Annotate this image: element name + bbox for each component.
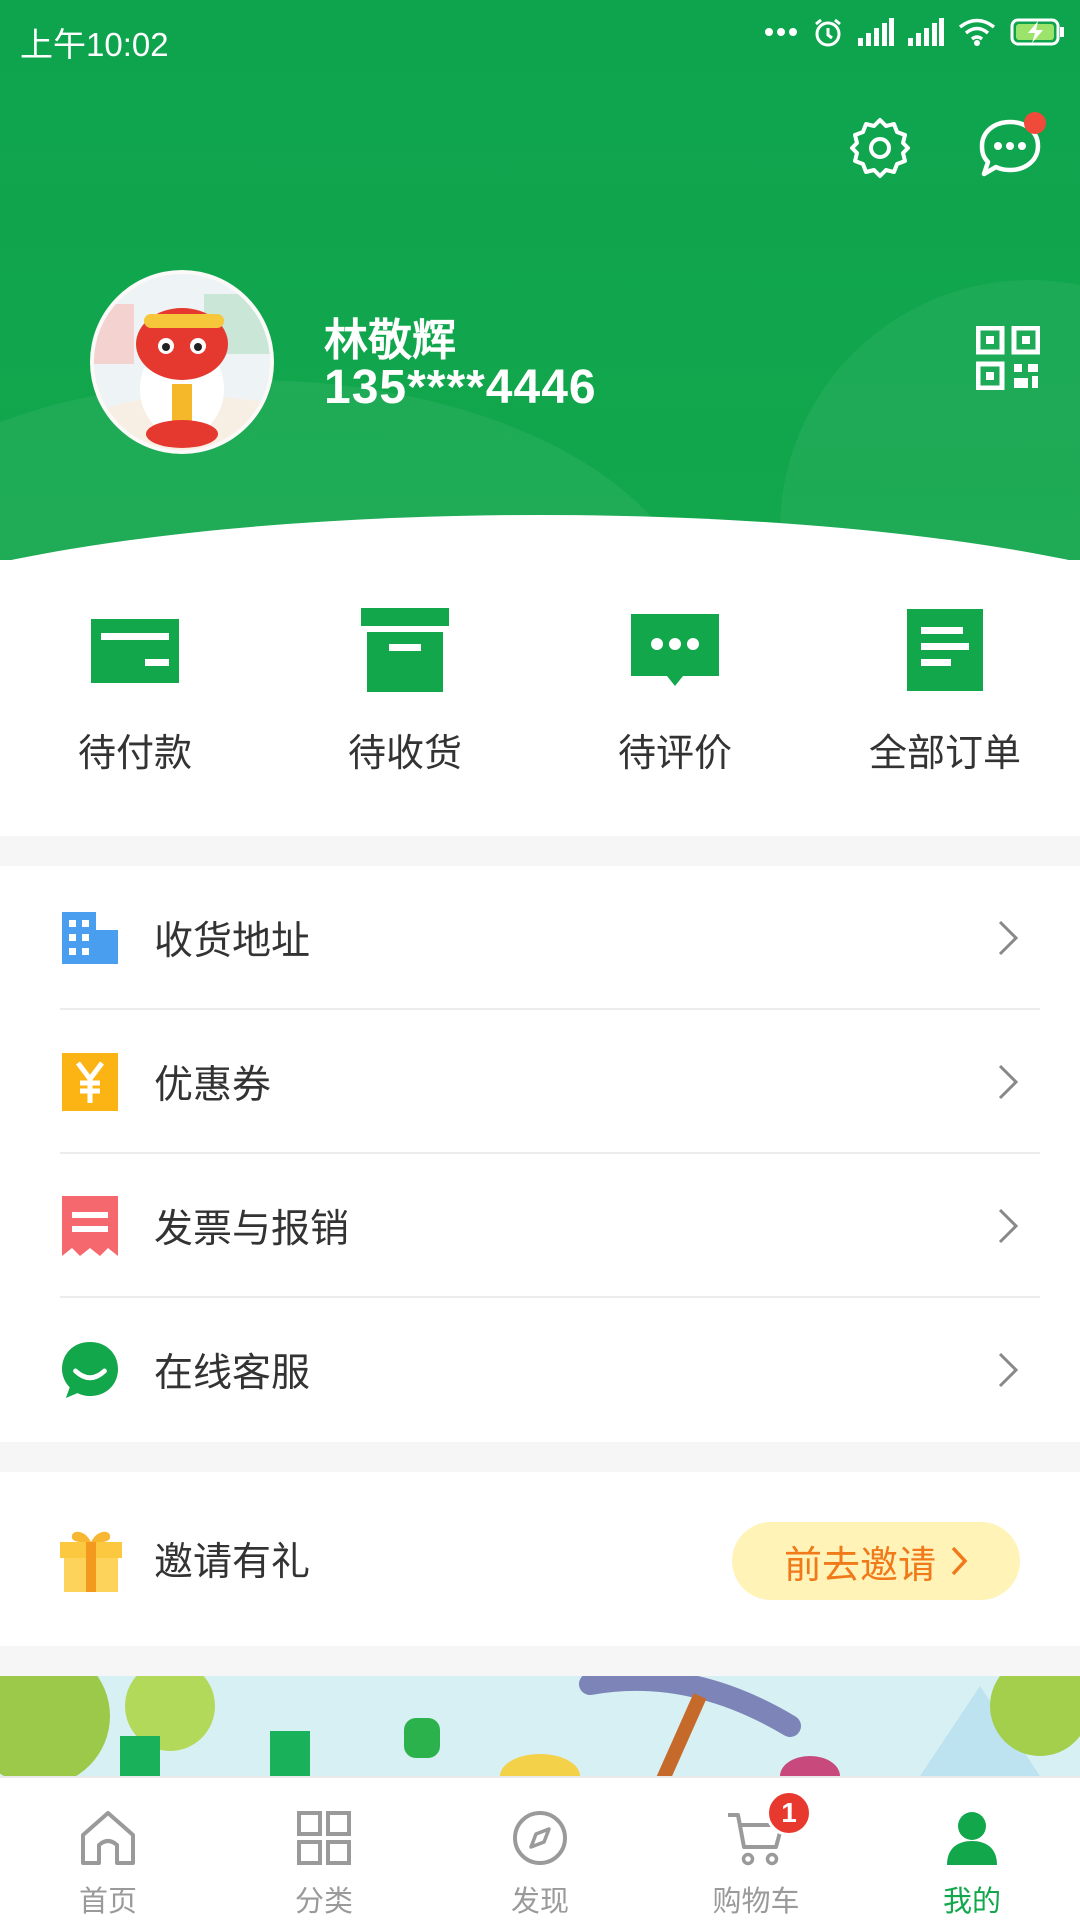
nav-cart[interactable]: 1 购物车 [648, 1778, 864, 1920]
user-icon [940, 1806, 1004, 1870]
order-label: 全部订单 [868, 733, 1021, 775]
qr-code-button[interactable] [976, 326, 1040, 390]
grid-icon [292, 1806, 356, 1870]
unread-dot [1024, 112, 1046, 134]
banner-illustration [0, 1676, 1080, 1776]
order-pending-receipt[interactable]: 待收货 [270, 560, 540, 836]
chevron-right-icon [998, 1208, 1019, 1244]
messages-button[interactable] [970, 108, 1050, 188]
menu-item-support[interactable]: 在线客服 [0, 1298, 1080, 1442]
status-time: 上午10:02 [20, 26, 169, 63]
cart-badge: 1 [766, 1790, 812, 1836]
gear-icon [850, 118, 910, 178]
box-icon [360, 608, 450, 692]
menu-label: 在线客服 [154, 1352, 311, 1395]
support-smile-icon [62, 1342, 118, 1398]
chevron-right-icon [998, 1352, 1019, 1388]
menu-label: 发票与报销 [154, 1208, 350, 1251]
menu-label: 收货地址 [154, 920, 311, 963]
chevron-right-icon [998, 1064, 1019, 1100]
nav-profile[interactable]: 我的 [864, 1778, 1080, 1920]
invite-section: 邀请有礼 前去邀请 [0, 1472, 1080, 1646]
nav-label: 分类 [294, 1886, 353, 1918]
wifi-icon [958, 18, 996, 46]
invoice-icon [62, 1196, 118, 1256]
qr-code-icon [976, 326, 1040, 390]
status-icons [764, 16, 1066, 48]
invite-label: 邀请有礼 [154, 1541, 311, 1584]
menu-item-invoice[interactable]: 发票与报销 [0, 1154, 1080, 1298]
header-decoration [780, 280, 1080, 560]
comment-icon [630, 610, 720, 690]
yen-coupon-icon [62, 1053, 118, 1111]
nav-label: 我的 [942, 1886, 1001, 1918]
order-all[interactable]: 全部订单 [810, 560, 1080, 836]
order-label: 待评价 [617, 733, 732, 775]
building-icon [62, 910, 118, 966]
menu-item-coupons[interactable]: 优惠券 [0, 1010, 1080, 1154]
promo-banner[interactable] [0, 1676, 1080, 1776]
order-pending-payment[interactable]: 待付款 [0, 560, 270, 836]
chevron-right-icon [998, 920, 1019, 956]
compass-icon [508, 1806, 572, 1870]
nav-label: 发现 [510, 1886, 569, 1918]
battery-charging-icon [1010, 18, 1064, 46]
order-pending-review[interactable]: 待评价 [540, 560, 810, 836]
invite-button-label: 前去邀请 [783, 1544, 936, 1587]
bottom-navigation: 首页 分类 发现 1 购物车 我的 [0, 1776, 1080, 1920]
order-label: 待收货 [347, 733, 462, 775]
alarm-icon [815, 18, 841, 47]
profile-header: 上午10:02 林敬辉 135****4446 [0, 0, 1080, 560]
nav-label: 首页 [78, 1886, 137, 1918]
order-label: 待付款 [77, 733, 192, 775]
avatar-image [94, 274, 270, 450]
nav-categories[interactable]: 分类 [216, 1778, 432, 1920]
user-phone: 135****4446 [324, 361, 597, 414]
user-name: 林敬辉 [324, 316, 456, 365]
invite-button[interactable]: 前去邀请 [732, 1522, 1020, 1600]
signal-icon [908, 18, 944, 46]
more-dots-icon [765, 28, 797, 36]
orders-list-icon [900, 609, 990, 691]
nav-discover[interactable]: 发现 [432, 1778, 648, 1920]
nav-label: 购物车 [712, 1886, 800, 1918]
wallet-icon [90, 610, 180, 690]
settings-button[interactable] [840, 108, 920, 188]
gift-icon [60, 1531, 122, 1592]
chevron-right-icon [951, 1546, 968, 1576]
menu-label: 优惠券 [154, 1064, 272, 1107]
avatar[interactable] [90, 270, 274, 454]
nav-home[interactable]: 首页 [0, 1778, 216, 1920]
status-bar: 上午10:02 [0, 0, 1080, 74]
settings-menu: 收货地址 优惠券 发票与报销 在线客服 [0, 866, 1080, 1442]
home-icon [76, 1806, 140, 1870]
menu-item-address[interactable]: 收货地址 [0, 866, 1080, 1010]
order-shortcuts: 待付款 待收货 待评价 全部订单 [0, 560, 1080, 836]
signal-icon [858, 18, 894, 46]
